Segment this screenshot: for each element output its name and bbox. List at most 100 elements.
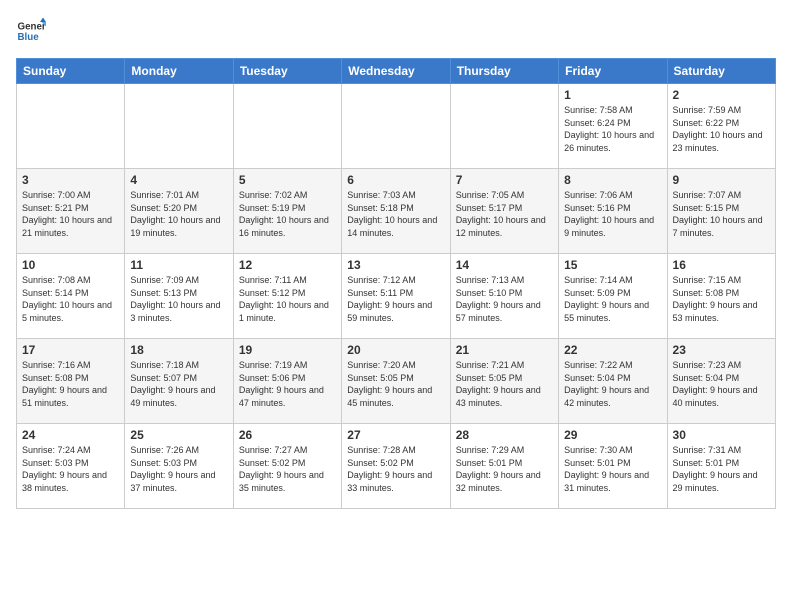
day-number: 15: [564, 258, 661, 272]
day-info: Sunrise: 7:01 AMSunset: 5:20 PMDaylight:…: [130, 189, 227, 239]
calendar-cell: 4 Sunrise: 7:01 AMSunset: 5:20 PMDaylight…: [125, 169, 233, 254]
day-info: Sunrise: 7:31 AMSunset: 5:01 PMDaylight:…: [673, 444, 770, 494]
column-header-tuesday: Tuesday: [233, 59, 341, 84]
calendar-cell: 15 Sunrise: 7:14 AMSunset: 5:09 PMDayligh…: [559, 254, 667, 339]
day-info: Sunrise: 7:00 AMSunset: 5:21 PMDaylight:…: [22, 189, 119, 239]
day-info: Sunrise: 7:24 AMSunset: 5:03 PMDaylight:…: [22, 444, 119, 494]
day-number: 8: [564, 173, 661, 187]
calendar-cell: 16 Sunrise: 7:15 AMSunset: 5:08 PMDayligh…: [667, 254, 775, 339]
calendar-week-row: 24 Sunrise: 7:24 AMSunset: 5:03 PMDayligh…: [17, 424, 776, 509]
calendar-cell: 30 Sunrise: 7:31 AMSunset: 5:01 PMDayligh…: [667, 424, 775, 509]
day-info: Sunrise: 7:16 AMSunset: 5:08 PMDaylight:…: [22, 359, 119, 409]
day-number: 29: [564, 428, 661, 442]
calendar-cell: [17, 84, 125, 169]
column-header-sunday: Sunday: [17, 59, 125, 84]
day-number: 26: [239, 428, 336, 442]
column-header-wednesday: Wednesday: [342, 59, 450, 84]
day-number: 6: [347, 173, 444, 187]
day-info: Sunrise: 7:14 AMSunset: 5:09 PMDaylight:…: [564, 274, 661, 324]
day-number: 28: [456, 428, 553, 442]
calendar-cell: 27Sunrise: 7:28 AMSunset: 5:02 PMDayligh…: [342, 424, 450, 509]
calendar-cell: 10 Sunrise: 7:08 AMSunset: 5:14 PMDayligh…: [17, 254, 125, 339]
day-number: 17: [22, 343, 119, 357]
calendar-cell: 13Sunrise: 7:12 AMSunset: 5:11 PMDayligh…: [342, 254, 450, 339]
day-info: Sunrise: 7:26 AMSunset: 5:03 PMDaylight:…: [130, 444, 227, 494]
calendar-cell: [342, 84, 450, 169]
calendar-cell: 17 Sunrise: 7:16 AMSunset: 5:08 PMDayligh…: [17, 339, 125, 424]
day-number: 10: [22, 258, 119, 272]
column-header-thursday: Thursday: [450, 59, 558, 84]
day-number: 3: [22, 173, 119, 187]
day-info: Sunrise: 7:07 AMSunset: 5:15 PMDaylight:…: [673, 189, 770, 239]
calendar-cell: 20 Sunrise: 7:20 AMSunset: 5:05 PMDayligh…: [342, 339, 450, 424]
day-info: Sunrise: 7:27 AMSunset: 5:02 PMDaylight:…: [239, 444, 336, 494]
day-number: 1: [564, 88, 661, 102]
calendar-cell: 1 Sunrise: 7:58 AMSunset: 6:24 PMDaylight…: [559, 84, 667, 169]
calendar-cell: 7 Sunrise: 7:05 AMSunset: 5:17 PMDaylight…: [450, 169, 558, 254]
logo-icon: General Blue: [16, 16, 46, 46]
day-number: 18: [130, 343, 227, 357]
svg-text:General: General: [18, 22, 47, 33]
calendar-cell: 19Sunrise: 7:19 AMSunset: 5:06 PMDayligh…: [233, 339, 341, 424]
day-info: Sunrise: 7:19 AMSunset: 5:06 PMDaylight:…: [239, 359, 336, 409]
day-info: Sunrise: 7:23 AMSunset: 5:04 PMDaylight:…: [673, 359, 770, 409]
day-info: Sunrise: 7:18 AMSunset: 5:07 PMDaylight:…: [130, 359, 227, 409]
calendar-week-row: 17 Sunrise: 7:16 AMSunset: 5:08 PMDayligh…: [17, 339, 776, 424]
day-info: Sunrise: 7:09 AMSunset: 5:13 PMDaylight:…: [130, 274, 227, 324]
day-number: 20: [347, 343, 444, 357]
day-info: Sunrise: 7:11 AMSunset: 5:12 PMDaylight:…: [239, 274, 336, 324]
calendar-cell: [125, 84, 233, 169]
calendar-cell: 12 Sunrise: 7:11 AMSunset: 5:12 PMDayligh…: [233, 254, 341, 339]
calendar-cell: 14 Sunrise: 7:13 AMSunset: 5:10 PMDayligh…: [450, 254, 558, 339]
calendar-cell: 2Sunrise: 7:59 AMSunset: 6:22 PMDaylight…: [667, 84, 775, 169]
calendar-cell: 5 Sunrise: 7:02 AMSunset: 5:19 PMDaylight…: [233, 169, 341, 254]
column-header-saturday: Saturday: [667, 59, 775, 84]
calendar-cell: 21Sunrise: 7:21 AMSunset: 5:05 PMDayligh…: [450, 339, 558, 424]
day-number: 9: [673, 173, 770, 187]
calendar-cell: 11 Sunrise: 7:09 AMSunset: 5:13 PMDayligh…: [125, 254, 233, 339]
day-number: 7: [456, 173, 553, 187]
calendar-cell: 25Sunrise: 7:26 AMSunset: 5:03 PMDayligh…: [125, 424, 233, 509]
day-info: Sunrise: 7:29 AMSunset: 5:01 PMDaylight:…: [456, 444, 553, 494]
day-info: Sunrise: 7:28 AMSunset: 5:02 PMDaylight:…: [347, 444, 444, 494]
day-number: 16: [673, 258, 770, 272]
calendar-cell: 3 Sunrise: 7:00 AMSunset: 5:21 PMDaylight…: [17, 169, 125, 254]
day-info: Sunrise: 7:05 AMSunset: 5:17 PMDaylight:…: [456, 189, 553, 239]
day-number: 11: [130, 258, 227, 272]
day-number: 12: [239, 258, 336, 272]
calendar-table: SundayMondayTuesdayWednesdayThursdayFrid…: [16, 58, 776, 509]
calendar-week-row: 3 Sunrise: 7:00 AMSunset: 5:21 PMDaylight…: [17, 169, 776, 254]
calendar-cell: 9 Sunrise: 7:07 AMSunset: 5:15 PMDaylight…: [667, 169, 775, 254]
calendar-cell: 24 Sunrise: 7:24 AMSunset: 5:03 PMDayligh…: [17, 424, 125, 509]
day-number: 23: [673, 343, 770, 357]
day-number: 5: [239, 173, 336, 187]
day-number: 21: [456, 343, 553, 357]
day-info: Sunrise: 7:15 AMSunset: 5:08 PMDaylight:…: [673, 274, 770, 324]
svg-text:Blue: Blue: [18, 32, 40, 43]
calendar-cell: [450, 84, 558, 169]
day-info: Sunrise: 7:22 AMSunset: 5:04 PMDaylight:…: [564, 359, 661, 409]
day-info: Sunrise: 7:59 AMSunset: 6:22 PMDaylight:…: [673, 104, 770, 154]
day-info: Sunrise: 7:13 AMSunset: 5:10 PMDaylight:…: [456, 274, 553, 324]
calendar-week-row: 1 Sunrise: 7:58 AMSunset: 6:24 PMDaylight…: [17, 84, 776, 169]
calendar-cell: 29 Sunrise: 7:30 AMSunset: 5:01 PMDayligh…: [559, 424, 667, 509]
day-info: Sunrise: 7:08 AMSunset: 5:14 PMDaylight:…: [22, 274, 119, 324]
calendar-cell: 28 Sunrise: 7:29 AMSunset: 5:01 PMDayligh…: [450, 424, 558, 509]
day-number: 14: [456, 258, 553, 272]
calendar-cell: 26 Sunrise: 7:27 AMSunset: 5:02 PMDayligh…: [233, 424, 341, 509]
calendar-cell: 22Sunrise: 7:22 AMSunset: 5:04 PMDayligh…: [559, 339, 667, 424]
day-info: Sunrise: 7:03 AMSunset: 5:18 PMDaylight:…: [347, 189, 444, 239]
page-header: General Blue: [16, 16, 776, 46]
day-info: Sunrise: 7:30 AMSunset: 5:01 PMDaylight:…: [564, 444, 661, 494]
day-number: 4: [130, 173, 227, 187]
day-number: 24: [22, 428, 119, 442]
day-number: 13: [347, 258, 444, 272]
column-header-friday: Friday: [559, 59, 667, 84]
day-number: 30: [673, 428, 770, 442]
day-info: Sunrise: 7:06 AMSunset: 5:16 PMDaylight:…: [564, 189, 661, 239]
day-info: Sunrise: 7:58 AMSunset: 6:24 PMDaylight:…: [564, 104, 661, 154]
calendar-cell: 18 Sunrise: 7:18 AMSunset: 5:07 PMDayligh…: [125, 339, 233, 424]
day-info: Sunrise: 7:20 AMSunset: 5:05 PMDaylight:…: [347, 359, 444, 409]
calendar-week-row: 10 Sunrise: 7:08 AMSunset: 5:14 PMDayligh…: [17, 254, 776, 339]
day-info: Sunrise: 7:02 AMSunset: 5:19 PMDaylight:…: [239, 189, 336, 239]
